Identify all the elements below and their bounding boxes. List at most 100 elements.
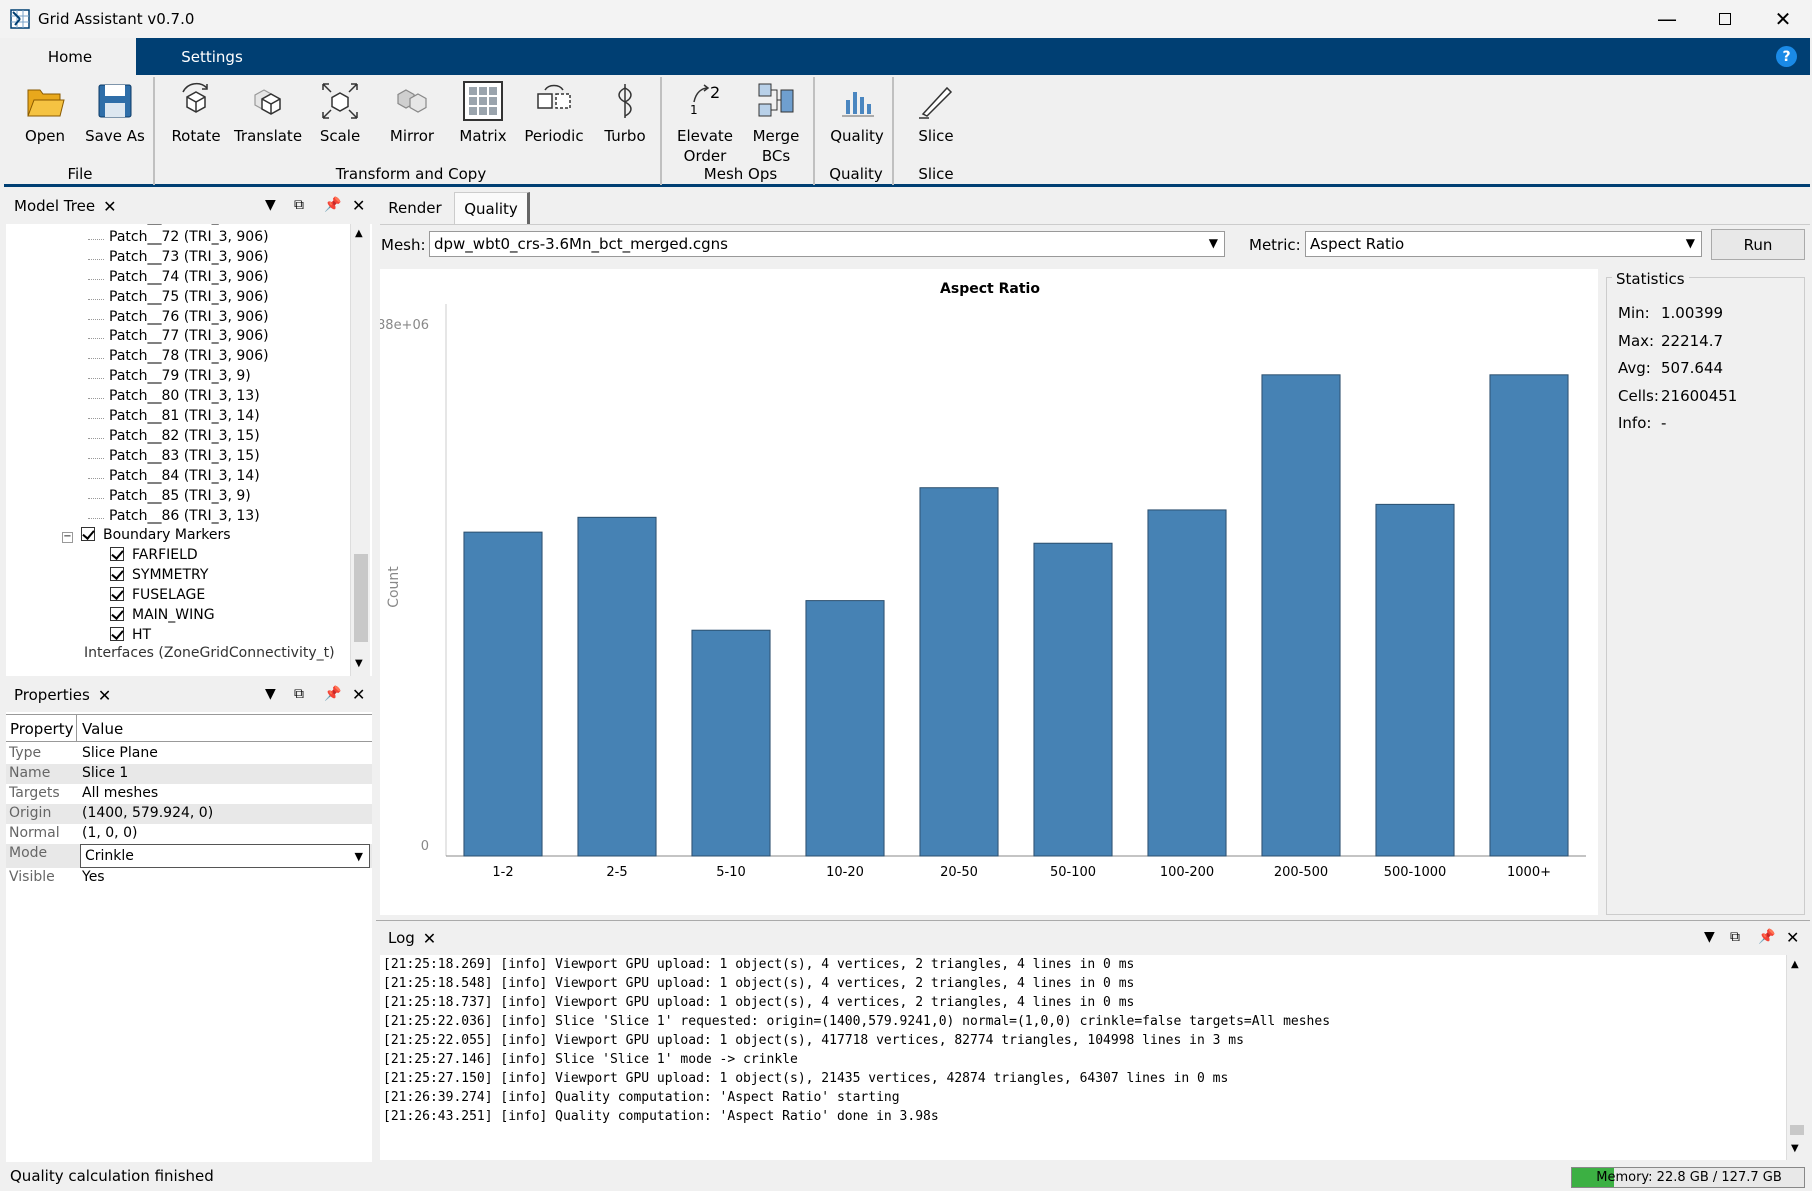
- scroll-thumb[interactable]: [1790, 1125, 1804, 1135]
- bar: [805, 600, 885, 857]
- collapse-toggle-icon[interactable]: −: [62, 532, 73, 544]
- metric-select[interactable]: Aspect Ratio ▼: [1305, 231, 1702, 257]
- tree-item-patch[interactable]: Patch__81 (TRI_3, 14): [109, 408, 260, 428]
- floppy-disk-icon: [98, 84, 132, 118]
- checkbox[interactable]: [110, 567, 124, 582]
- scroll-up-icon[interactable]: ▲: [1791, 959, 1799, 970]
- pin-icon[interactable]: 📌: [324, 197, 341, 213]
- mode-select-value: Crinkle: [85, 848, 134, 864]
- help-button[interactable]: ?: [1776, 46, 1797, 67]
- maximize-icon: [1719, 13, 1731, 25]
- model-tree[interactable]: Patch__71 (TRI_3, 906)Patch__72 (TRI_3, …: [6, 224, 372, 676]
- ribbon-separator: [153, 77, 155, 185]
- column-divider: [76, 715, 77, 741]
- ribbon-separator: [660, 77, 662, 185]
- pin-icon[interactable]: 📌: [1758, 929, 1775, 945]
- tree-item-interfaces[interactable]: Interfaces (ZoneGridConnectivity_t): [84, 645, 335, 665]
- float-panel-icon[interactable]: ⧉: [294, 197, 304, 213]
- scroll-up-icon[interactable]: ▲: [355, 228, 363, 239]
- tree-item-marker[interactable]: SYMMETRY: [110, 567, 208, 587]
- float-panel-icon[interactable]: ⧉: [294, 686, 304, 702]
- tree-item-marker[interactable]: FUSELAGE: [110, 587, 205, 607]
- property-row[interactable]: Origin (1400, 579.924, 0): [6, 804, 372, 824]
- tree-item-patch[interactable]: Patch__76 (TRI_3, 906): [109, 309, 269, 329]
- tree-item-patch[interactable]: Patch__78 (TRI_3, 906): [109, 348, 269, 368]
- tab-quality[interactable]: Quality: [454, 192, 530, 224]
- checkbox[interactable]: [81, 527, 95, 542]
- aspect-ratio-chart: Aspect Ratio Count 288e+06 0 1-2 2-5 5-10 10-20…: [369, 269, 1598, 915]
- property-row[interactable]: Mode Crinkle ▼: [6, 844, 372, 868]
- checkbox[interactable]: [110, 626, 124, 641]
- tree-item-patch[interactable]: Patch__84 (TRI_3, 14): [109, 468, 260, 488]
- checkbox[interactable]: [110, 587, 124, 602]
- chart-svg: Aspect Ratio Count 288e+06 0 1-2 2-5 5-10 10-20…: [369, 281, 1586, 880]
- property-row[interactable]: Type Slice Plane: [6, 744, 372, 764]
- menu-chevron-icon[interactable]: ▼: [265, 197, 276, 213]
- tree-item-patch[interactable]: Patch__75 (TRI_3, 906): [109, 289, 269, 309]
- tree-item-marker[interactable]: FARFIELD: [110, 547, 198, 567]
- menu-chevron-icon[interactable]: ▼: [1704, 929, 1715, 945]
- tree-item-patch[interactable]: Patch__72 (TRI_3, 906): [109, 229, 269, 249]
- mode-select[interactable]: Crinkle ▼: [80, 844, 370, 868]
- tree-item-patch[interactable]: Patch__73 (TRI_3, 906): [109, 249, 269, 269]
- run-button[interactable]: Run: [1711, 229, 1805, 260]
- log-scrollbar[interactable]: ▲ ▼: [1786, 955, 1806, 1160]
- property-row[interactable]: Normal (1, 0, 0): [6, 824, 372, 844]
- log-line: [21:25:18.548] [info] Viewport GPU uploa…: [383, 976, 1135, 991]
- float-panel-icon[interactable]: ⧉: [1730, 929, 1740, 945]
- merge-bcs-label: Merge BCs: [752, 127, 800, 165]
- bar: [1375, 503, 1455, 857]
- property-row[interactable]: Name Slice 1: [6, 764, 372, 784]
- close-icon[interactable]: ✕: [352, 196, 365, 215]
- tab-render[interactable]: Render: [380, 192, 450, 224]
- menu-chevron-icon[interactable]: ▼: [265, 686, 276, 702]
- translate-label: Translate: [233, 127, 303, 145]
- status-message: Quality calculation finished: [10, 1167, 214, 1185]
- mesh-select[interactable]: dpw_wbt0_crs-3.6Mn_bct_merged.cgns ▼: [429, 231, 1225, 257]
- splitter[interactable]: [376, 920, 1810, 921]
- tree-item-patch[interactable]: Patch__86 (TRI_3, 13): [109, 508, 260, 528]
- checkbox[interactable]: [110, 607, 124, 621]
- x-tick-label: 1-2: [492, 865, 513, 880]
- close-window-button[interactable]: ✕: [1754, 0, 1812, 38]
- turbo-label: Turbo: [604, 127, 646, 145]
- close-icon[interactable]: ✕: [103, 197, 116, 216]
- tree-item-patch[interactable]: Patch__85 (TRI_3, 9): [109, 488, 251, 508]
- scroll-down-icon[interactable]: ▼: [1791, 1143, 1799, 1154]
- chevron-down-icon: ▼: [1208, 236, 1218, 250]
- tree-item-label: FARFIELD: [132, 547, 198, 564]
- tab-divider: [380, 224, 1810, 225]
- close-icon[interactable]: ✕: [98, 686, 111, 705]
- tree-item-patch[interactable]: Patch__79 (TRI_3, 9): [109, 368, 251, 388]
- pin-icon[interactable]: 📌: [324, 686, 341, 702]
- tree-connector: [88, 278, 104, 280]
- tree-item-patch[interactable]: Patch__83 (TRI_3, 15): [109, 448, 260, 468]
- tree-item-patch[interactable]: Patch__77 (TRI_3, 906): [109, 328, 269, 348]
- tab-settings[interactable]: Settings: [147, 38, 277, 75]
- translate-cube-icon: [254, 89, 281, 115]
- tree-item-patch[interactable]: Patch__74 (TRI_3, 906): [109, 269, 269, 289]
- tree-item-patch[interactable]: Patch__80 (TRI_3, 13): [109, 388, 260, 408]
- tab-home[interactable]: Home: [4, 38, 136, 75]
- scroll-down-icon[interactable]: ▼: [355, 658, 363, 669]
- tree-scrollbar[interactable]: ▲ ▼: [350, 224, 370, 676]
- close-icon[interactable]: ✕: [352, 685, 365, 704]
- property-row[interactable]: Visible Yes: [6, 868, 372, 888]
- help-icon: ?: [1782, 48, 1791, 65]
- tree-connector: [88, 437, 104, 439]
- log-header: Log ✕: [380, 923, 1806, 953]
- tree-item-patch[interactable]: Patch__82 (TRI_3, 15): [109, 428, 260, 448]
- maximize-button[interactable]: [1696, 0, 1754, 38]
- close-icon[interactable]: ✕: [1786, 928, 1799, 947]
- tree-item-marker[interactable]: MAIN_WING: [110, 607, 215, 627]
- tree-item-boundary-markers[interactable]: − Boundary Markers: [62, 527, 231, 547]
- checkbox[interactable]: [110, 547, 124, 562]
- chart-title: Aspect Ratio: [940, 281, 1040, 297]
- tree-connector: [88, 398, 104, 400]
- log-output[interactable]: [21:25:18.269] [info] Viewport GPU uploa…: [380, 955, 1786, 1160]
- close-icon[interactable]: ✕: [423, 929, 436, 948]
- minimize-button[interactable]: —: [1638, 0, 1696, 38]
- property-row[interactable]: Targets All meshes: [6, 784, 372, 804]
- scroll-thumb[interactable]: [354, 554, 368, 642]
- rotate-label: Rotate: [171, 127, 221, 145]
